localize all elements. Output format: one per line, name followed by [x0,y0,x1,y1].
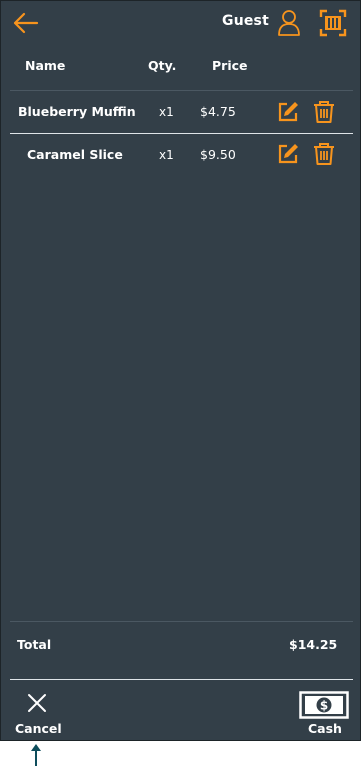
item-price: $9.50 [200,147,236,162]
header-divider [10,90,353,91]
trash-icon [314,101,334,123]
item-name: Blueberry Muffin [18,104,136,119]
back-button[interactable] [11,9,41,37]
item-name: Caramel Slice [27,147,123,162]
trash-icon [314,143,334,165]
column-header-name: Name [25,58,66,73]
edit-item-button[interactable] [276,142,300,166]
delete-item-button[interactable] [313,100,335,124]
total-label: Total [17,637,52,652]
column-header-qty: Qty. [148,58,177,73]
arrow-left-icon [13,12,39,34]
svg-text:$: $ [320,699,328,713]
item-divider [10,133,353,134]
close-icon [28,694,46,712]
total-divider [10,621,353,622]
user-name-label[interactable]: Guest [222,13,269,29]
delete-item-button[interactable] [313,142,335,166]
footer-divider [10,679,353,680]
item-qty: x1 [159,148,174,162]
user-icon[interactable] [277,9,301,37]
barcode-scan-icon[interactable] [319,9,347,37]
edit-item-button[interactable] [276,100,300,124]
column-header-price: Price [212,58,248,73]
pos-order-screen: Guest Name Qty. Price Blueberry Muffin x… [0,0,361,741]
arrow-up-icon [31,744,41,766]
cancel-button[interactable]: Cancel [13,689,63,739]
edit-icon [278,144,298,164]
cash-payment-button[interactable]: $ Cash [297,689,351,739]
order-item-row[interactable]: Caramel Slice x1 $9.50 [1,135,362,175]
item-price: $4.75 [200,104,236,119]
order-item-row[interactable]: Blueberry Muffin x1 $4.75 [1,92,362,132]
total-value: $14.25 [289,637,338,652]
cancel-label: Cancel [15,721,62,736]
edit-icon [278,102,298,122]
item-qty: x1 [159,105,174,119]
cash-label: Cash [308,721,342,736]
cash-icon: $ [299,691,349,719]
